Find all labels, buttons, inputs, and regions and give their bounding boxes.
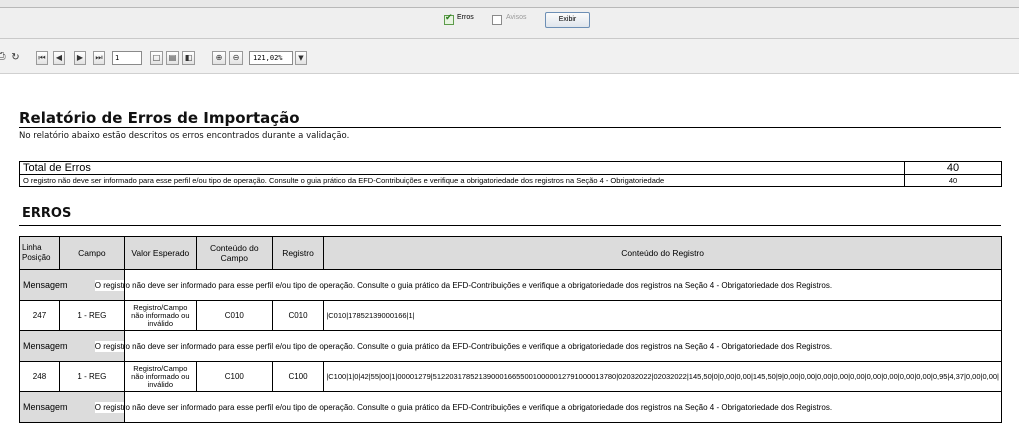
row-conteudo-campo: C010 — [195, 300, 273, 331]
row-registro: C100 — [271, 361, 325, 392]
col-campo: Campo — [58, 236, 125, 270]
row-campo: 1 - REG — [58, 300, 125, 331]
actual-size-icon[interactable]: □ — [150, 51, 163, 65]
erros-checkbox[interactable] — [444, 13, 454, 25]
row-registro: C010 — [271, 300, 325, 331]
table-row: 248 1 - REG Registro/Campo não informado… — [19, 361, 1002, 392]
message-text-content: O registro não deve ser informado para e… — [94, 401, 998, 413]
row-campo: 1 - REG — [58, 361, 125, 392]
message-text: O registro não deve ser informado para e… — [94, 330, 1003, 362]
errors-section-title: ERROS — [22, 206, 72, 221]
filter-bar — [0, 8, 1019, 39]
col-conteudo-registro: Conteúdo do Registro — [323, 236, 1002, 270]
zoom-input[interactable]: 121,02% — [249, 51, 293, 65]
avisos-checkbox[interactable] — [492, 15, 502, 25]
row-linha: 247 — [19, 300, 60, 331]
col-linha-posicao: Linha Posição — [19, 236, 60, 270]
row-conteudo-campo: C100 — [195, 361, 273, 392]
col-posicao-label: Posição — [22, 253, 51, 262]
fit-page-icon[interactable]: ▤ — [166, 51, 179, 65]
window-top-strip — [0, 0, 1019, 8]
row-conteudo-registro: |C010|17852139000166|1| — [323, 300, 1002, 331]
message-text-content: O registro não deve ser informado para e… — [94, 340, 998, 352]
report-subtitle: No relatório abaixo estão descritos os e… — [19, 131, 350, 141]
errors-table: Linha Posição Campo Valor Esperado Conte… — [19, 236, 1003, 423]
exibir-button[interactable]: Exibir — [545, 12, 590, 28]
avisos-checkbox-label[interactable]: Avisos — [506, 14, 527, 21]
total-row-text: O registro não deve ser informado para e… — [19, 174, 905, 187]
total-header-value: 40 — [904, 161, 1002, 175]
total-row: O registro não deve ser informado para e… — [19, 174, 1002, 187]
col-conteudo-campo: Conteúdo do Campo — [195, 236, 273, 270]
row-valor-esperado: Registro/Campo não informado ou inválido — [123, 361, 197, 392]
message-row: Mensagem O registro não deve ser informa… — [19, 330, 1003, 362]
row-linha: 248 — [19, 361, 60, 392]
table-row: 247 1 - REG Registro/Campo não informado… — [19, 300, 1002, 331]
print-icon[interactable]: ⎙ — [0, 51, 7, 65]
message-row: Mensagem O registro não deve ser informa… — [19, 391, 1003, 423]
total-errors-table: Total de Erros 40 O registro não deve se… — [19, 161, 1002, 187]
total-row-value: 40 — [904, 174, 1002, 187]
message-text: O registro não deve ser informado para e… — [94, 391, 1003, 423]
last-page-button[interactable]: ⏭ — [93, 51, 105, 65]
row-valor-esperado: Registro/Campo não informado ou inválido — [123, 300, 197, 331]
zoom-dropdown-chevron-down-icon[interactable]: ▼ — [295, 51, 307, 65]
first-page-button[interactable]: ⏮ — [36, 51, 48, 65]
errors-header-row: Linha Posição Campo Valor Esperado Conte… — [19, 236, 1002, 270]
next-page-button[interactable]: ▶ — [74, 51, 86, 65]
col-registro: Registro — [271, 236, 325, 270]
message-text: O registro não deve ser informado para e… — [94, 269, 1003, 301]
message-row: Mensagem O registro não deve ser informa… — [19, 269, 1003, 301]
total-header-label: Total de Erros — [19, 161, 905, 175]
title-divider — [19, 127, 1001, 128]
row-conteudo-registro: |C100|1|0|42|55|00|1|00001279|5122031785… — [323, 361, 1002, 392]
report-title: Relatório de Erros de Importação — [19, 109, 300, 127]
col-linha-label: Linha — [22, 243, 42, 252]
col-valor-esperado: Valor Esperado — [123, 236, 197, 270]
page-number-input[interactable]: 1 — [112, 51, 142, 65]
erros-checkbox-label[interactable]: Erros — [457, 14, 474, 21]
previous-page-button[interactable]: ◀ — [53, 51, 65, 65]
zoom-in-icon[interactable]: ⊕ — [212, 51, 226, 65]
total-header-row: Total de Erros 40 — [19, 161, 1002, 175]
refresh-icon[interactable]: ↻ — [9, 51, 22, 65]
fit-width-icon[interactable]: ◧ — [182, 51, 195, 65]
errors-divider — [19, 225, 1001, 226]
message-text-content: O registro não deve ser informado para e… — [94, 279, 998, 291]
zoom-out-icon[interactable]: ⊖ — [229, 51, 243, 65]
